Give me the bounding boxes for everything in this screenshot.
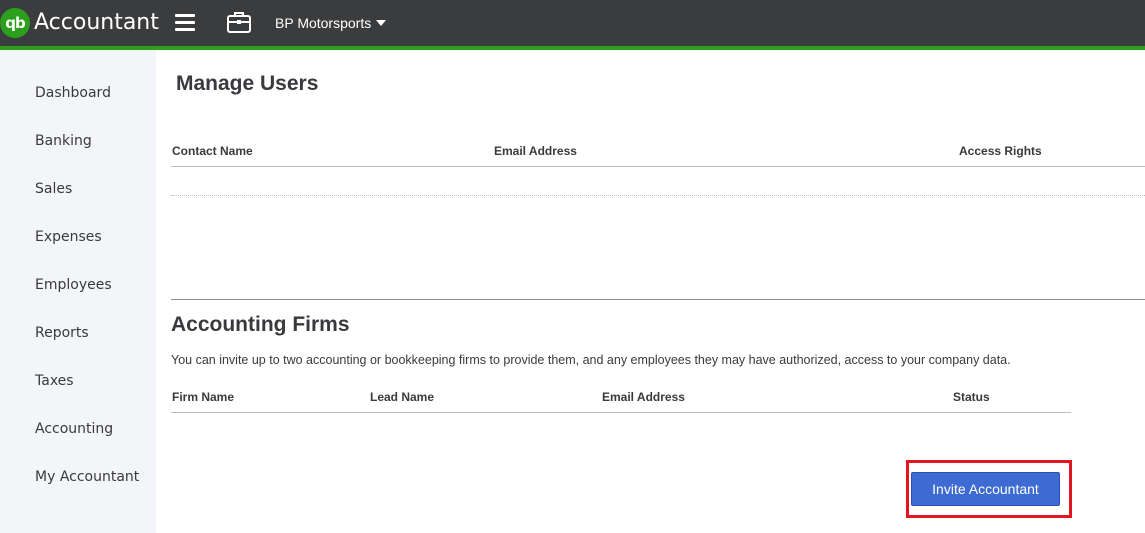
sidebar-item-dashboard[interactable]: Dashboard bbox=[35, 84, 111, 102]
caret-down-icon bbox=[376, 20, 387, 26]
users-header-divider bbox=[171, 166, 1145, 167]
column-header-contact-name[interactable]: Contact Name bbox=[172, 144, 253, 158]
briefcase-icon[interactable] bbox=[226, 10, 252, 34]
company-name: BP Motorsports bbox=[275, 15, 372, 31]
column-header-status[interactable]: Status bbox=[953, 390, 990, 404]
sidebar-item-expenses[interactable]: Expenses bbox=[35, 228, 102, 246]
company-switcher[interactable]: BP Motorsports bbox=[275, 15, 387, 31]
column-header-access-rights[interactable]: Access Rights bbox=[959, 144, 1042, 158]
section-divider bbox=[171, 299, 1145, 300]
sidebar-item-employees[interactable]: Employees bbox=[35, 276, 112, 294]
top-bar: qb Accountant BP Motorsports bbox=[0, 0, 1145, 46]
manage-users-title: Manage Users bbox=[176, 72, 319, 95]
invite-accountant-button[interactable]: Invite Accountant bbox=[911, 472, 1060, 506]
accounting-firms-title: Accounting Firms bbox=[171, 313, 350, 336]
users-empty-row-divider bbox=[171, 195, 1145, 196]
column-header-lead-name[interactable]: Lead Name bbox=[370, 390, 434, 404]
sidebar-item-accounting[interactable]: Accounting bbox=[35, 420, 113, 438]
sidebar-item-taxes[interactable]: Taxes bbox=[35, 372, 74, 390]
column-header-firm-name[interactable]: Firm Name bbox=[172, 390, 234, 404]
sidebar-item-banking[interactable]: Banking bbox=[35, 132, 92, 150]
sidebar-item-my-accountant[interactable]: My Accountant bbox=[35, 468, 139, 486]
accounting-firms-description: You can invite up to two accounting or b… bbox=[171, 353, 1011, 367]
hamburger-menu-icon[interactable] bbox=[175, 14, 195, 32]
sidebar-item-reports[interactable]: Reports bbox=[35, 324, 89, 342]
firms-header-divider bbox=[171, 412, 1071, 413]
column-header-email-address[interactable]: Email Address bbox=[494, 144, 577, 158]
column-header-firm-email[interactable]: Email Address bbox=[602, 390, 685, 404]
quickbooks-logo[interactable]: qb bbox=[0, 8, 30, 38]
app-title: Accountant bbox=[34, 10, 159, 35]
sidebar-item-sales[interactable]: Sales bbox=[35, 180, 72, 198]
topbar-accent-line bbox=[0, 46, 1145, 50]
